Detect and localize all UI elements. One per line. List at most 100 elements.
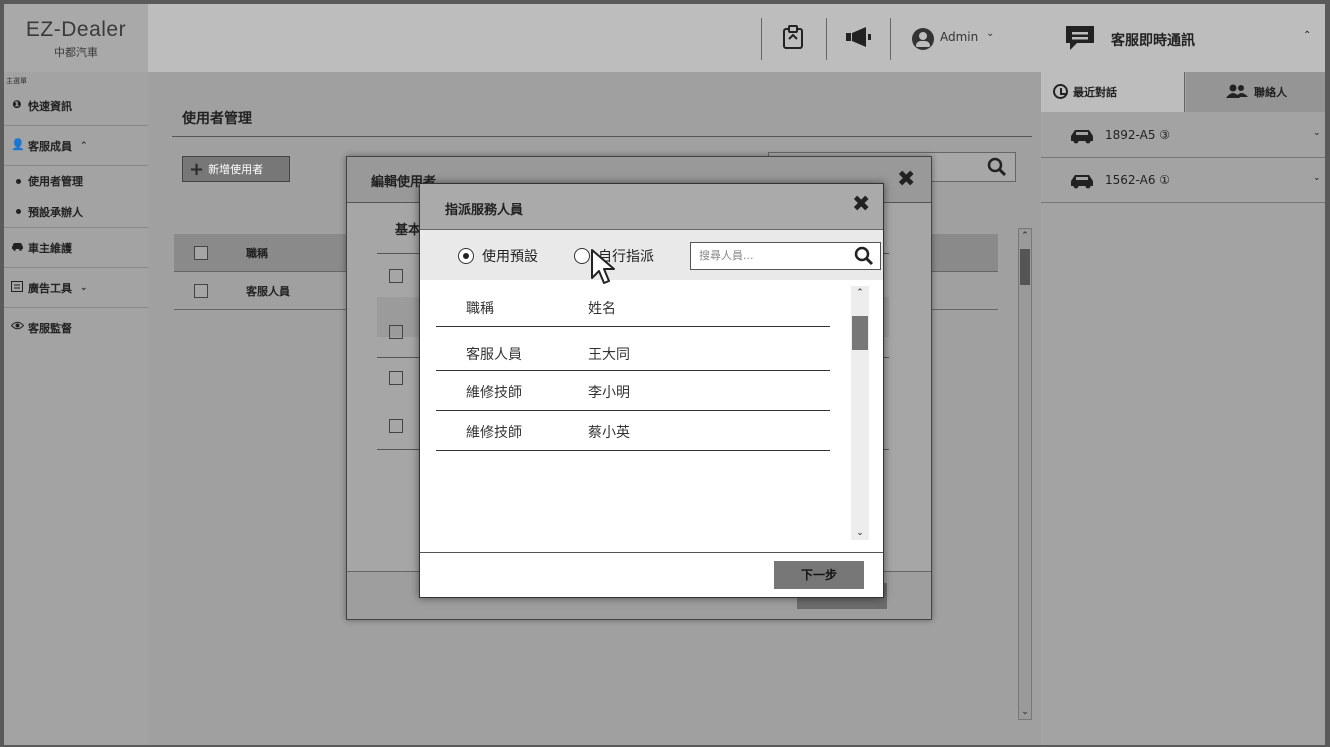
sidebar: 主選單 ❶ 快速資訊 👤 客服成員 ⌃ 使用者管理 預設承辦人 車主維護 廣告工… — [4, 72, 148, 745]
search-icon[interactable] — [987, 157, 1007, 180]
topbar-divider — [890, 18, 891, 60]
select-all-checkbox[interactable] — [194, 245, 208, 260]
close-icon[interactable]: ✖ — [852, 192, 870, 217]
sidebar-subitem-label: 使用者管理 — [28, 175, 83, 188]
chevron-up-icon[interactable]: ⌃ — [1303, 30, 1311, 41]
next-step-button[interactable]: 下一步 — [774, 561, 864, 589]
sidebar-item-label: 廣告工具 — [28, 281, 72, 295]
staff-list-scrollbar[interactable]: ⌃ ⌄ — [851, 286, 869, 540]
tab-basic[interactable]: 基本 — [395, 219, 421, 238]
staff-role: 客服人員 — [466, 347, 522, 363]
scrollbar-thumb[interactable] — [852, 316, 868, 350]
column-header-name: 姓名 — [588, 301, 616, 317]
row-checkbox[interactable] — [389, 269, 403, 283]
admin-menu-label[interactable]: Admin — [940, 30, 978, 44]
sidebar-item-owner-maintenance[interactable]: 車主維護 — [4, 228, 148, 268]
sidebar-item-service-members[interactable]: 👤 客服成員 ⌃ — [4, 126, 148, 166]
chevron-up-icon: ⌃ — [80, 140, 88, 151]
divider — [172, 136, 1032, 137]
bullet-icon — [16, 178, 21, 184]
row-checkbox[interactable] — [194, 283, 208, 298]
radio-use-default[interactable]: 使用預設 — [458, 246, 538, 266]
brand-name: EZ-Dealer — [25, 18, 127, 41]
top-bar: Admin ⌄ — [148, 4, 1041, 72]
unread-count-badge: ① — [1159, 173, 1171, 187]
search-placeholder: 搜尋人員... — [699, 249, 754, 262]
scrollbar-thumb[interactable] — [1020, 249, 1030, 285]
row-checkbox[interactable] — [389, 325, 403, 339]
brand-subtitle: 中都汽車 — [54, 46, 98, 59]
table-cell-role: 客服人員 — [246, 284, 290, 298]
ad-icon — [11, 281, 23, 293]
chevron-up-icon[interactable]: ⌃ — [1019, 231, 1031, 241]
row-checkbox[interactable] — [389, 419, 403, 433]
staff-name: 李小明 — [588, 385, 630, 401]
add-user-button[interactable]: + 新增使用者 — [182, 156, 290, 182]
topbar-divider — [826, 18, 827, 60]
divider — [436, 450, 830, 451]
search-icon[interactable] — [854, 246, 874, 276]
staff-name: 王大同 — [588, 347, 630, 363]
car-icon — [1071, 175, 1093, 189]
topbar-divider — [761, 18, 762, 60]
close-icon[interactable]: ✖ — [897, 167, 915, 192]
sidebar-item-label: 客服成員 — [28, 139, 72, 153]
tab-label: 最近對話 — [1073, 86, 1117, 99]
megaphone-icon[interactable] — [844, 24, 871, 50]
row-checkbox[interactable] — [389, 371, 403, 385]
tab-recent-conversations[interactable]: 最近對話 — [1041, 72, 1185, 112]
filter-bar: 使用預設 自行指派 搜尋人員... — [420, 230, 883, 280]
staff-role: 維修技師 — [466, 425, 522, 441]
radio-selected-icon[interactable] — [458, 248, 474, 264]
divider — [436, 410, 830, 411]
clipboard-icon[interactable] — [780, 24, 806, 50]
brand-logo[interactable]: EZ-Dealer 中都汽車 — [4, 4, 148, 72]
chevron-down-icon[interactable]: ⌄ — [1313, 128, 1321, 138]
bullet-icon — [16, 209, 21, 214]
dialog-title: 指派服務人員 — [445, 203, 524, 218]
staff-search-input[interactable]: 搜尋人員... — [690, 242, 881, 270]
user-icon: 👤 — [11, 138, 25, 151]
mouse-cursor-icon — [589, 248, 619, 288]
conversation-plate: 1892-A5 ③ — [1105, 128, 1171, 142]
divider — [420, 552, 883, 553]
car-icon — [11, 241, 23, 253]
chevron-down-icon[interactable]: ⌄ — [1313, 173, 1321, 183]
sidebar-subitem-default-handler[interactable]: 預設承辦人 — [4, 196, 148, 228]
page-title: 使用者管理 — [182, 111, 252, 127]
tab-contacts[interactable]: 聯絡人 — [1186, 72, 1325, 112]
divider — [436, 370, 830, 371]
tab-label: 聯絡人 — [1254, 86, 1287, 99]
chevron-up-icon[interactable]: ⌃ — [851, 288, 869, 298]
chevron-down-icon[interactable]: ⌄ — [851, 528, 869, 538]
chevron-down-icon: ⌄ — [80, 282, 88, 293]
info-icon: ❶ — [12, 98, 22, 111]
dialog-header: 指派服務人員 ✖ — [420, 184, 883, 230]
chevron-down-icon[interactable]: ⌄ — [986, 28, 994, 39]
conversation-item[interactable]: 1562-A6 ① ⌄ — [1041, 159, 1325, 203]
chat-title: 客服即時通訊 — [1111, 33, 1195, 49]
live-chat-panel: 客服即時通訊 ⌃ 最近對話 聯絡人 1892-A5 ③ ⌄ 1562-A6 ① … — [1041, 4, 1325, 745]
conversation-item[interactable]: 1892-A5 ③ ⌄ — [1041, 114, 1325, 158]
column-header-role: 職稱 — [246, 246, 268, 260]
unread-count-badge: ③ — [1159, 128, 1171, 142]
sidebar-subitem-label: 預設承辦人 — [28, 205, 83, 219]
chat-bubble-icon — [1063, 24, 1097, 50]
divider — [436, 326, 830, 327]
sidebar-item-service-supervision[interactable]: 客服監督 — [4, 308, 148, 348]
sidebar-item-ad-tools[interactable]: 廣告工具 ⌄ — [4, 268, 148, 308]
staff-role: 維修技師 — [466, 385, 522, 401]
contacts-icon — [1226, 84, 1248, 101]
chat-header[interactable]: 客服即時通訊 ⌃ — [1041, 4, 1325, 72]
column-header-role: 職稱 — [466, 301, 494, 317]
clock-icon — [1053, 84, 1068, 99]
main-scrollbar[interactable]: ⌃ ⌄ — [1018, 228, 1032, 720]
user-avatar-icon[interactable] — [912, 28, 934, 50]
radio-unselected-icon[interactable] — [574, 248, 590, 264]
sidebar-subitem-user-management[interactable]: 使用者管理 — [4, 166, 148, 196]
add-user-label: 新增使用者 — [208, 163, 264, 176]
chevron-down-icon[interactable]: ⌄ — [1019, 707, 1031, 717]
sidebar-item-label: 車主維護 — [28, 241, 72, 255]
sidebar-item-quick-info[interactable]: ❶ 快速資訊 — [4, 86, 148, 126]
plus-icon: + — [189, 158, 205, 180]
